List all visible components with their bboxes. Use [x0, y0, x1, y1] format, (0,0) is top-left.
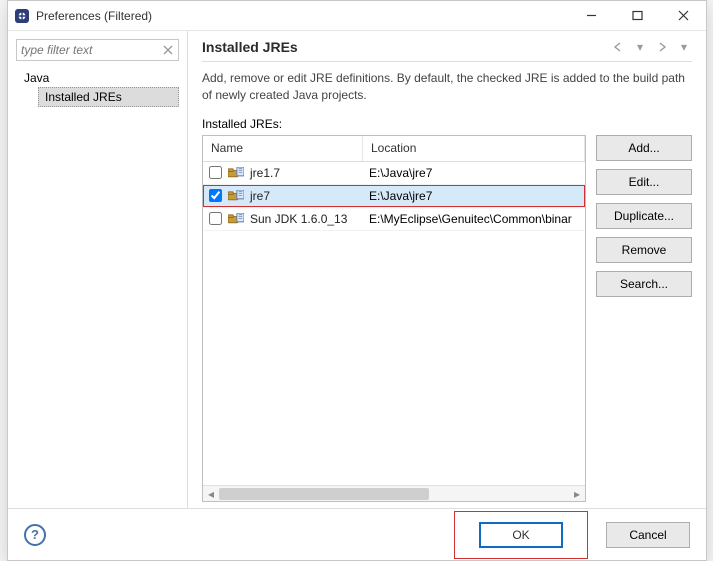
table-row[interactable]: jre7 E:\Java\jre7 — [203, 185, 585, 208]
window-title: Preferences (Filtered) — [36, 9, 568, 23]
dialog-body: Java Installed JREs Installed JREs ▾ ▾ — [8, 31, 706, 508]
page-description: Add, remove or edit JRE definitions. By … — [202, 70, 692, 105]
sidebar: Java Installed JREs — [8, 31, 188, 508]
remove-button[interactable]: Remove — [596, 237, 692, 263]
table-row[interactable]: jre1.7 E:\Java\jre7 — [203, 162, 585, 185]
dialog-footer: ? OK Cancel — [8, 508, 706, 560]
table-h-scrollbar[interactable]: ◂ ▸ — [203, 485, 585, 501]
help-icon[interactable]: ? — [24, 524, 46, 546]
add-button[interactable]: Add... — [596, 135, 692, 161]
jre-name: Sun JDK 1.6.0_13 — [250, 212, 347, 226]
tree-node-installed-jres[interactable]: Installed JREs — [38, 87, 179, 107]
cell-name: jre7 — [203, 189, 363, 203]
scroll-track[interactable] — [219, 486, 569, 501]
cancel-button[interactable]: Cancel — [606, 522, 690, 548]
scroll-left-icon[interactable]: ◂ — [203, 486, 219, 501]
cell-location: E:\Java\jre7 — [363, 166, 585, 180]
jre-action-buttons: Add... Edit... Duplicate... Remove Searc… — [596, 135, 692, 502]
titlebar: Preferences (Filtered) — [8, 1, 706, 31]
page-title: Installed JREs — [202, 39, 610, 55]
jre-icon — [228, 190, 244, 202]
close-button[interactable] — [660, 1, 706, 30]
app-icon — [14, 8, 30, 24]
table-row[interactable]: Sun JDK 1.6.0_13 E:\MyEclipse\Genuitec\Co… — [203, 208, 585, 231]
installed-jres-table: Name Location jre1.7 E:\Java\jre7 jre7 E:\J… — [202, 135, 586, 502]
edit-button[interactable]: Edit... — [596, 169, 692, 195]
nav-back-menu-icon[interactable]: ▾ — [632, 39, 648, 55]
jre-name: jre1.7 — [250, 166, 280, 180]
jre-checkbox[interactable] — [209, 189, 222, 202]
nav-fwd-icon[interactable] — [654, 39, 670, 55]
table-header: Name Location — [203, 136, 585, 162]
filter-wrap — [16, 39, 179, 61]
search-button[interactable]: Search... — [596, 271, 692, 297]
nav-back-icon[interactable] — [610, 39, 626, 55]
duplicate-button[interactable]: Duplicate... — [596, 203, 692, 229]
jre-icon — [228, 167, 244, 179]
filter-input[interactable] — [16, 39, 179, 61]
tree-node-java[interactable]: Java — [20, 69, 179, 87]
preferences-window: Preferences (Filtered) Java — [7, 0, 707, 561]
nav-arrows: ▾ ▾ — [610, 39, 692, 55]
preference-tree: Java Installed JREs — [16, 69, 179, 107]
cell-name: Sun JDK 1.6.0_13 — [203, 212, 363, 226]
clear-filter-icon[interactable] — [160, 42, 176, 58]
table-body: jre1.7 E:\Java\jre7 jre7 E:\Java\jre7 Sun JD… — [203, 162, 585, 485]
jre-checkbox[interactable] — [209, 212, 222, 225]
jre-list-label: Installed JREs: — [202, 117, 692, 131]
cell-location: E:\Java\jre7 — [363, 189, 585, 203]
window-buttons — [568, 1, 706, 30]
column-name[interactable]: Name — [203, 136, 363, 161]
maximize-button[interactable] — [614, 1, 660, 30]
scroll-thumb[interactable] — [219, 488, 429, 500]
cell-location: E:\MyEclipse\Genuitec\Common\binar — [363, 212, 585, 226]
main-header: Installed JREs ▾ ▾ — [202, 39, 692, 62]
jre-icon — [228, 213, 244, 225]
table-area: Name Location jre1.7 E:\Java\jre7 jre7 E:\J… — [202, 135, 692, 502]
ok-button[interactable]: OK — [479, 522, 563, 548]
ok-highlight-box: OK — [454, 511, 588, 559]
minimize-button[interactable] — [568, 1, 614, 30]
nav-fwd-menu-icon[interactable]: ▾ — [676, 39, 692, 55]
cell-name: jre1.7 — [203, 166, 363, 180]
column-location[interactable]: Location — [363, 136, 585, 161]
jre-name: jre7 — [250, 189, 270, 203]
scroll-right-icon[interactable]: ▸ — [569, 486, 585, 501]
jre-checkbox[interactable] — [209, 166, 222, 179]
main-panel: Installed JREs ▾ ▾ Add, remove or edit J… — [188, 31, 706, 508]
